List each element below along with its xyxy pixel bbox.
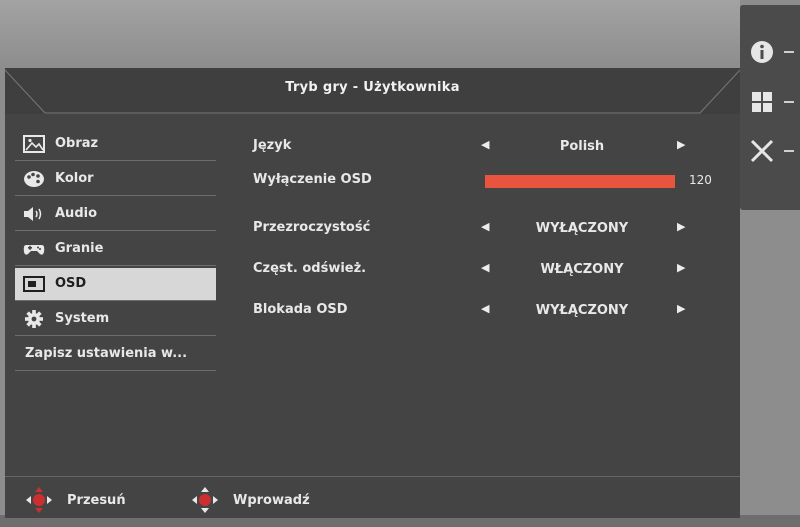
sidebar-item-kolor[interactable]: Kolor bbox=[15, 163, 216, 196]
sidebar-item-label: OSD bbox=[55, 276, 87, 291]
sidebar-item-obraz[interactable]: Obraz bbox=[15, 128, 216, 161]
osd-icon bbox=[23, 276, 45, 292]
sidebar-item-osd[interactable]: OSD bbox=[15, 268, 216, 301]
palette-icon bbox=[24, 171, 44, 187]
sidebar-item-granie[interactable]: Granie bbox=[15, 233, 216, 266]
hotkey-panel bbox=[740, 5, 800, 210]
info-button[interactable] bbox=[740, 32, 800, 72]
gear-icon bbox=[25, 310, 43, 328]
right-arrow-icon[interactable]: ▶ bbox=[677, 302, 685, 315]
setting-row-refresh-rate[interactable]: Częst. odśwież. ◀ WŁĄCZONY ▶ bbox=[253, 255, 723, 285]
setting-label: Język bbox=[253, 138, 292, 153]
footer-move-label: Przesuń bbox=[67, 493, 126, 508]
footer-divider bbox=[5, 476, 740, 477]
sidebar-item-label: System bbox=[55, 311, 110, 326]
osd-window: Tryb gry - Użytkownika Obraz Kolor Audio… bbox=[5, 68, 740, 518]
info-pointer bbox=[784, 51, 794, 53]
joystick-press-icon bbox=[192, 487, 218, 513]
background-wall bbox=[0, 0, 740, 70]
close-icon bbox=[750, 139, 774, 163]
footer-enter-label: Wprowadź bbox=[233, 493, 310, 508]
gamepad-icon bbox=[23, 245, 45, 255]
setting-row-osd-lock[interactable]: Blokada OSD ◀ WYŁĄCZONY ▶ bbox=[253, 296, 723, 326]
image-icon bbox=[23, 135, 45, 153]
setting-row-transparency[interactable]: Przezroczystość ◀ WYŁĄCZONY ▶ bbox=[253, 214, 723, 244]
info-icon bbox=[751, 41, 773, 63]
right-arrow-icon[interactable]: ▶ bbox=[677, 220, 685, 233]
setting-label: Wyłączenie OSD bbox=[253, 172, 372, 187]
sidebar-item-audio[interactable]: Audio bbox=[15, 198, 216, 231]
osd-timeout-slider[interactable] bbox=[485, 175, 675, 188]
joystick-move-icon bbox=[26, 487, 52, 513]
speaker-icon bbox=[24, 207, 42, 221]
sidebar-item-label: Zapisz ustawienia w... bbox=[25, 346, 188, 361]
close-pointer bbox=[784, 150, 794, 152]
setting-label: Częst. odśwież. bbox=[253, 261, 367, 276]
sidebar-item-save-settings[interactable]: Zapisz ustawienia w... bbox=[15, 338, 216, 371]
setting-label: Przezroczystość bbox=[253, 220, 371, 235]
slider-fill bbox=[485, 175, 675, 188]
footer-enter-hint: Wprowadź bbox=[191, 486, 331, 514]
right-arrow-icon[interactable]: ▶ bbox=[677, 261, 685, 274]
right-arrow-icon[interactable]: ▶ bbox=[677, 138, 685, 151]
sidebar-item-label: Obraz bbox=[55, 136, 99, 151]
footer-move-hint: Przesuń bbox=[25, 486, 145, 514]
setting-row-language[interactable]: Język ◀ Polish ▶ bbox=[253, 132, 723, 162]
sidebar-item-label: Kolor bbox=[55, 171, 94, 186]
menu-button[interactable] bbox=[740, 82, 800, 122]
sidebar-menu: Obraz Kolor Audio Granie OSD System Zapi… bbox=[15, 128, 216, 373]
sidebar-item-system[interactable]: System bbox=[15, 303, 216, 336]
setting-row-osd-timeout[interactable]: Wyłączenie OSD 120 bbox=[253, 166, 723, 196]
setting-value: WYŁĄCZONY bbox=[535, 303, 629, 318]
grid-icon bbox=[752, 92, 772, 112]
setting-value: WYŁĄCZONY bbox=[535, 221, 629, 236]
page-title: Tryb gry - Użytkownika bbox=[285, 80, 460, 95]
setting-label: Blokada OSD bbox=[253, 302, 348, 317]
title-bar: Tryb gry - Użytkownika bbox=[5, 68, 740, 114]
sidebar-item-label: Granie bbox=[55, 241, 104, 256]
menu-pointer bbox=[784, 101, 794, 103]
setting-value: Polish bbox=[559, 139, 605, 154]
close-button[interactable] bbox=[740, 131, 800, 171]
sidebar-item-label: Audio bbox=[55, 206, 98, 221]
slider-value: 120 bbox=[689, 173, 712, 187]
setting-value: WŁĄCZONY bbox=[540, 262, 624, 277]
